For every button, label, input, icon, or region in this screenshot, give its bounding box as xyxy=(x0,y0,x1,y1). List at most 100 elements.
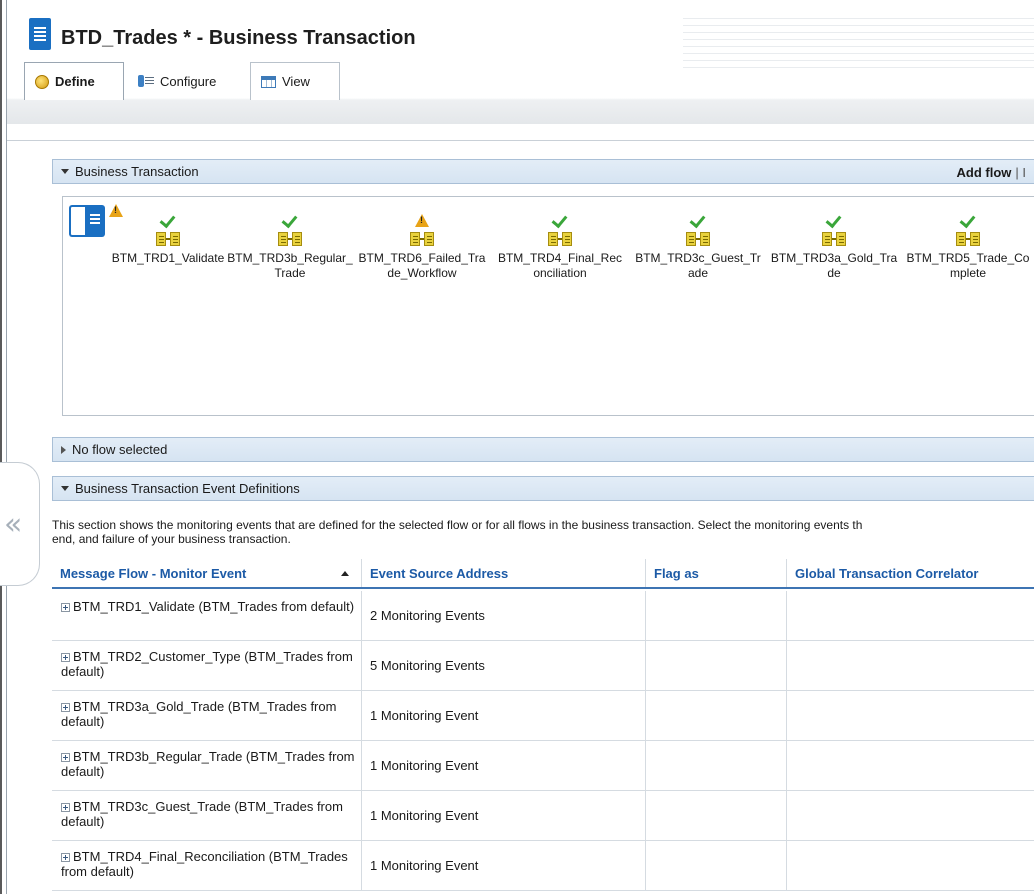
event-source-cell: 1 Monitoring Event xyxy=(362,691,646,740)
no-flow-section-header[interactable]: No flow selected xyxy=(52,437,1034,462)
expand-icon[interactable] xyxy=(61,803,70,812)
flow-item[interactable]: ! BTM_TRD6_Failed_Trade_Workflow xyxy=(357,212,487,281)
collapse-panel-handle[interactable]: « xyxy=(0,462,40,586)
business-transaction-icon xyxy=(29,18,51,50)
column-header-correlator[interactable]: Global Transaction Correlator xyxy=(787,559,1034,587)
check-icon xyxy=(160,212,176,228)
flow-name: BTM_TRD5_Trade_Complete xyxy=(906,251,1030,280)
correlator-cell[interactable] xyxy=(787,841,1034,890)
sort-ascending-icon xyxy=(341,571,349,576)
expand-icon[interactable] xyxy=(61,603,70,612)
column-header-source-address[interactable]: Event Source Address xyxy=(362,559,646,587)
monitor-event-cell: BTM_TRD1_Validate (BTM_Trades from defau… xyxy=(52,591,362,640)
section-title: No flow selected xyxy=(72,442,168,457)
flow-name: BTM_TRD1_Validate xyxy=(111,251,225,265)
flow-item[interactable]: BTM_TRD5_Trade_Complete xyxy=(903,212,1033,281)
correlator-cell[interactable] xyxy=(787,591,1034,640)
flag-as-cell[interactable] xyxy=(646,691,787,740)
window-frame-left xyxy=(0,0,2,894)
flag-as-cell[interactable] xyxy=(646,741,787,790)
configure-icon xyxy=(138,75,154,87)
message-flow-icon xyxy=(548,232,572,246)
editor-toolbar xyxy=(7,100,1034,124)
correlator-cell[interactable] xyxy=(787,791,1034,840)
table-row[interactable]: BTM_TRD3c_Guest_Trade (BTM_Trades from d… xyxy=(52,791,1034,841)
check-icon xyxy=(826,212,842,228)
window-frame-inner xyxy=(6,0,7,894)
add-flow-link[interactable]: Add flow | I xyxy=(957,165,1027,180)
flow-item[interactable]: BTM_TRD3a_Gold_Trade xyxy=(769,212,899,281)
flag-as-cell[interactable] xyxy=(646,591,787,640)
message-flow-icon xyxy=(686,232,710,246)
flag-as-cell[interactable] xyxy=(646,641,787,690)
section-description: This section shows the monitoring events… xyxy=(52,518,863,546)
toolbar-divider xyxy=(7,140,1034,141)
business-transaction-icon xyxy=(69,205,105,237)
define-icon xyxy=(35,74,49,89)
check-icon xyxy=(552,212,568,228)
tab-define[interactable]: Define xyxy=(24,62,124,100)
monitor-event-cell: BTM_TRD3b_Regular_Trade (BTM_Trades from… xyxy=(52,741,362,790)
flow-name: BTM_TRD6_Failed_Trade_Workflow xyxy=(358,251,486,280)
flow-name: BTM_TRD4_Final_Reconciliation xyxy=(497,251,623,280)
business-transaction-section-header[interactable]: Business Transaction Add flow | I xyxy=(52,159,1034,184)
flow-canvas[interactable]: ! BTM_TRD1_Validate BTM_TRD3b_Regular_Tr… xyxy=(62,196,1034,416)
expand-caret-icon xyxy=(61,486,69,491)
event-source-cell: 5 Monitoring Events xyxy=(362,641,646,690)
expand-icon[interactable] xyxy=(61,753,70,762)
flow-name: BTM_TRD3b_Regular_Trade xyxy=(227,251,353,280)
table-row[interactable]: BTM_TRD3a_Gold_Trade (BTM_Trades from de… xyxy=(52,691,1034,741)
event-table-header: Message Flow - Monitor Event Event Sourc… xyxy=(52,559,1034,589)
flow-item[interactable]: BTM_TRD3c_Guest_Trade xyxy=(633,212,763,281)
table-row[interactable]: BTM_TRD1_Validate (BTM_Trades from defau… xyxy=(52,591,1034,641)
expand-icon[interactable] xyxy=(61,853,70,862)
tab-view-label: View xyxy=(282,74,310,89)
table-row[interactable]: BTM_TRD4_Final_Reconciliation (BTM_Trade… xyxy=(52,841,1034,891)
flag-as-cell[interactable] xyxy=(646,841,787,890)
event-source-cell: 1 Monitoring Event xyxy=(362,791,646,840)
event-source-cell: 2 Monitoring Events xyxy=(362,591,646,640)
correlator-cell[interactable] xyxy=(787,641,1034,690)
expand-caret-icon xyxy=(61,169,69,174)
monitor-event-cell: BTM_TRD3c_Guest_Trade (BTM_Trades from d… xyxy=(52,791,362,840)
message-flow-icon xyxy=(956,232,980,246)
view-icon xyxy=(261,75,276,88)
expand-icon[interactable] xyxy=(61,703,70,712)
tab-configure-label: Configure xyxy=(160,73,217,89)
tab-view[interactable]: View xyxy=(250,62,340,100)
message-flow-icon xyxy=(156,232,180,246)
flow-item[interactable]: BTM_TRD1_Validate xyxy=(103,212,233,266)
table-row[interactable]: BTM_TRD2_Customer_Type (BTM_Trades from … xyxy=(52,641,1034,691)
table-row[interactable]: BTM_TRD3b_Regular_Trade (BTM_Trades from… xyxy=(52,741,1034,791)
monitor-event-cell: BTM_TRD4_Final_Reconciliation (BTM_Trade… xyxy=(52,841,362,890)
flow-item[interactable]: BTM_TRD3b_Regular_Trade xyxy=(225,212,355,281)
flow-name: BTM_TRD3c_Guest_Trade xyxy=(635,251,761,280)
column-header-flag-as[interactable]: Flag as xyxy=(646,559,787,587)
event-source-cell: 1 Monitoring Event xyxy=(362,841,646,890)
message-flow-icon xyxy=(410,232,434,246)
event-definitions-section-header[interactable]: Business Transaction Event Definitions xyxy=(52,476,1034,501)
monitor-event-cell: BTM_TRD2_Customer_Type (BTM_Trades from … xyxy=(52,641,362,690)
flow-item[interactable]: BTM_TRD4_Final_Reconciliation xyxy=(495,212,625,281)
tab-configure[interactable]: Configure xyxy=(128,62,248,100)
message-flow-icon xyxy=(278,232,302,246)
collapsed-caret-icon xyxy=(61,445,66,454)
flow-name: BTM_TRD3a_Gold_Trade xyxy=(770,251,898,280)
warning-icon: ! xyxy=(415,214,429,227)
check-icon xyxy=(960,212,976,228)
page-title: BTD_Trades * - Business Transaction xyxy=(61,27,416,49)
message-flow-icon xyxy=(822,232,846,246)
correlator-cell[interactable] xyxy=(787,741,1034,790)
correlator-cell[interactable] xyxy=(787,691,1034,740)
section-title: Business Transaction Event Definitions xyxy=(75,481,300,496)
monitor-event-cell: BTM_TRD3a_Gold_Trade (BTM_Trades from de… xyxy=(52,691,362,740)
flag-as-cell[interactable] xyxy=(646,791,787,840)
expand-icon[interactable] xyxy=(61,653,70,662)
event-source-cell: 1 Monitoring Event xyxy=(362,741,646,790)
tab-define-label: Define xyxy=(55,74,95,89)
check-icon xyxy=(690,212,706,228)
check-icon xyxy=(282,212,298,228)
column-header-monitor-event[interactable]: Message Flow - Monitor Event xyxy=(52,559,362,587)
section-title: Business Transaction xyxy=(75,164,199,179)
double-chevron-left-icon: « xyxy=(4,507,23,542)
